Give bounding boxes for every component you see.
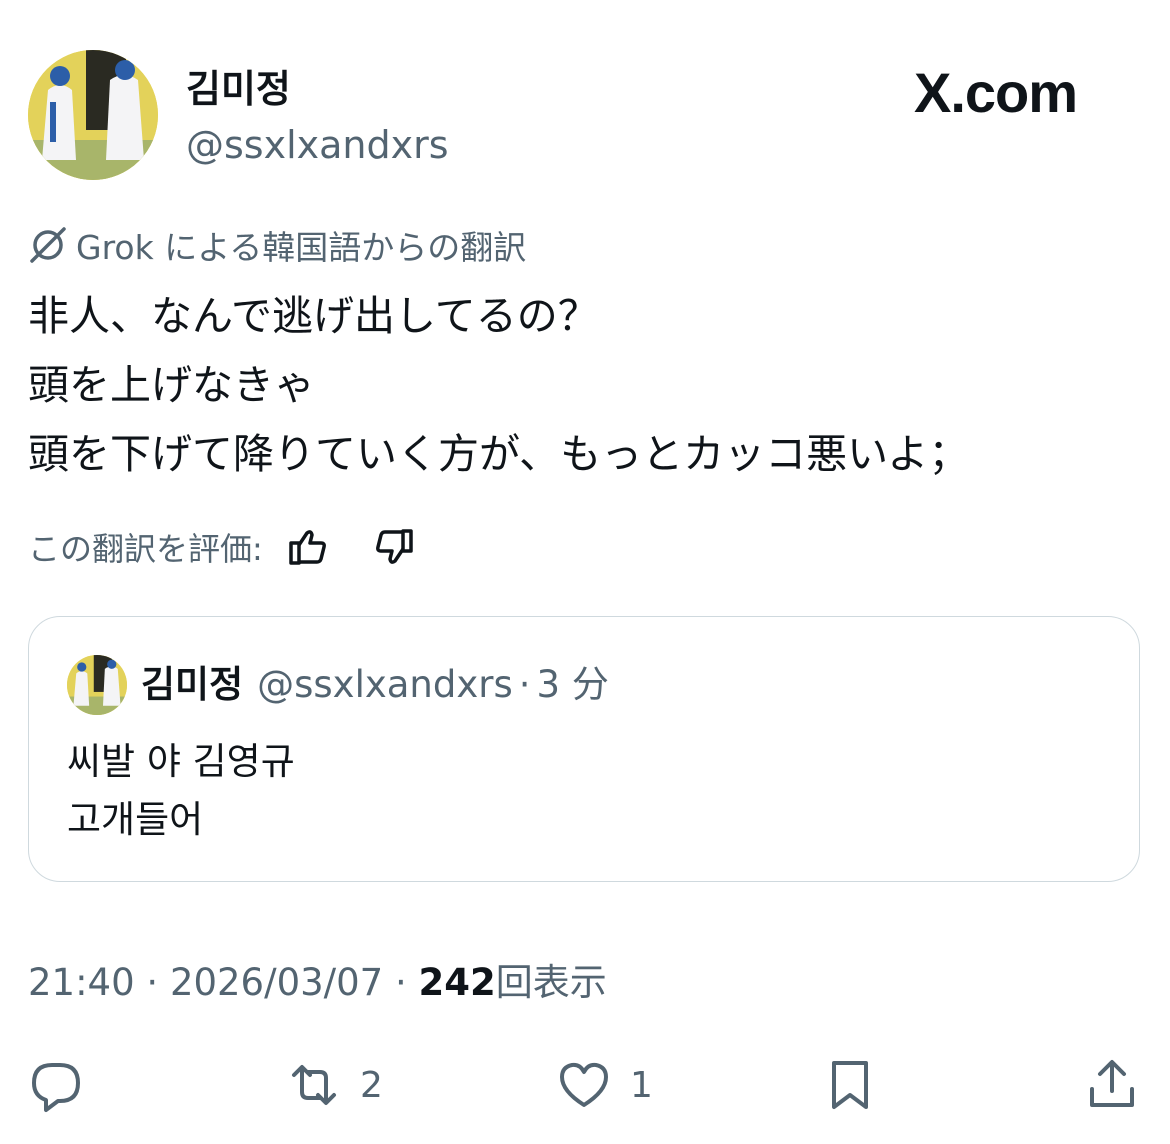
tweet-line: 頭を下げて降りていく方が、もっとカッコ悪いよ；	[28, 430, 970, 478]
like-button[interactable]: 1	[556, 1050, 653, 1120]
heart-icon	[560, 1062, 608, 1107]
translation-label-text: Grok による韓国語からの翻訳	[76, 228, 527, 267]
views-count: 242	[418, 961, 496, 1004]
reply-icon	[32, 1063, 80, 1112]
tweet-date[interactable]: 2026/03/07	[170, 961, 383, 1004]
retweet-icon	[292, 1065, 336, 1105]
quoted-time: 3 分	[536, 663, 609, 706]
meta-separator: ·	[146, 961, 159, 1004]
reply-button[interactable]	[28, 1050, 84, 1120]
quoted-author-avatar	[67, 655, 127, 715]
quoted-tweet-card[interactable]: 김미정 @ssxlxandxrs · 3 分 씨발 야 김영규 고개들어	[28, 616, 1140, 882]
share-button[interactable]	[1084, 1050, 1140, 1120]
quoted-tweet-line: 고개들어	[67, 798, 204, 841]
bookmark-button[interactable]	[822, 1050, 878, 1120]
bookmark-icon	[832, 1061, 868, 1109]
thumbs-up-icon[interactable]	[285, 524, 331, 570]
tweet-actions-bar: 2 1	[0, 1050, 1170, 1120]
views-label: 回表示	[495, 961, 607, 1004]
meta-separator: ·	[394, 961, 407, 1004]
author-handle[interactable]: @ssxlxandxrs	[186, 120, 449, 170]
translation-source-label: Grok による韓国語からの翻訳	[28, 222, 526, 268]
tweet-meta: 21:40 · 2026/03/07 · 242回表示	[28, 958, 607, 1008]
author-display-name[interactable]: 김미정	[186, 64, 291, 114]
rate-translation-label: この翻訳を評価:	[28, 530, 263, 568]
tweet-line: 頭を上げなきゃ	[28, 361, 315, 409]
retweet-count: 2	[360, 1064, 383, 1106]
quoted-tweet-text: 씨발 야 김영규 고개들어	[67, 733, 295, 849]
author-avatar[interactable]	[28, 50, 158, 180]
quoted-tweet-line: 씨발 야 김영규	[67, 740, 295, 783]
tweet-time[interactable]: 21:40	[28, 961, 135, 1004]
rate-translation-row: この翻訳を評価:	[28, 522, 417, 572]
quoted-separator: ·	[518, 663, 531, 706]
like-count: 1	[630, 1064, 653, 1106]
share-icon	[1090, 1060, 1134, 1107]
tweet-text: 非人、なんで逃げ出してるの？ 頭を上げなきゃ 頭を下げて降りていく方が、もっとカ…	[28, 282, 1148, 489]
quoted-tweet-header: 김미정 @ssxlxandxrs · 3 分	[141, 657, 609, 713]
thumbs-down-icon[interactable]	[371, 524, 417, 570]
tweet-line: 非人、なんで逃げ出してるの？	[28, 292, 599, 340]
grok-icon	[30, 227, 66, 263]
quoted-author-handle: @ssxlxandxrs	[257, 663, 513, 706]
quoted-author-name: 김미정	[141, 663, 244, 706]
retweet-button[interactable]: 2	[286, 1050, 383, 1120]
x-com-brand: X.com	[914, 61, 1078, 124]
